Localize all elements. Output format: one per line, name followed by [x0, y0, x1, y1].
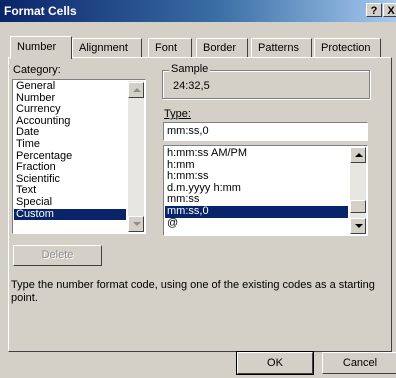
sample-legend: Sample [169, 63, 211, 75]
category-item-general[interactable]: General [14, 80, 126, 93]
type-label: Type: [164, 108, 191, 120]
format-cells-dialog: Format Cells ? X Number Alignment Font B… [0, 0, 396, 378]
type-item[interactable]: h:mm:ss AM/PM [165, 147, 348, 160]
type-listbox[interactable]: h:mm:ss AM/PM h:mm h:mm:ss d.m.yyyy h:mm… [163, 145, 368, 236]
type-item-selected[interactable]: mm:ss,0 [165, 205, 348, 218]
category-scroll-down-button[interactable] [128, 216, 144, 232]
arrow-up-icon [133, 88, 141, 92]
type-scroll-up-button[interactable] [350, 147, 366, 163]
delete-button[interactable]: Delete [13, 245, 102, 266]
tab-patterns[interactable]: Patterns [251, 38, 312, 57]
sample-value: 24:32,5 [173, 80, 210, 92]
arrow-down-icon [133, 222, 141, 226]
sample-groupbox: Sample 24:32,5 [162, 63, 370, 99]
arrow-down-icon [355, 224, 363, 228]
type-input[interactable]: mm:ss,0 [163, 122, 368, 141]
category-item-special[interactable]: Special [14, 196, 126, 209]
arrow-up-icon [355, 153, 363, 157]
type-scroll-thumb[interactable] [350, 200, 366, 213]
category-item-fraction[interactable]: Fraction [14, 162, 126, 174]
tab-border[interactable]: Border [196, 38, 248, 57]
cancel-button[interactable]: Cancel [322, 352, 396, 374]
category-listbox[interactable]: General Number Currency Accounting Date … [12, 79, 146, 234]
description-text: Type the number format code, using one o… [11, 279, 375, 304]
tab-protection[interactable]: Protection [314, 38, 381, 57]
close-button[interactable]: X [383, 3, 396, 17]
type-scrollbar[interactable] [350, 147, 366, 234]
tab-number[interactable]: Number [10, 36, 72, 59]
category-scroll-up-button[interactable] [128, 82, 144, 98]
tab-font[interactable]: Font [148, 38, 192, 57]
ok-button[interactable]: OK [236, 351, 314, 375]
type-scroll-down-button[interactable] [350, 218, 366, 234]
help-button[interactable]: ? [366, 3, 382, 17]
title-bar[interactable]: Format Cells ? X [0, 0, 396, 22]
dialog-title: Format Cells [4, 4, 77, 18]
category-scrollbar[interactable] [128, 81, 144, 232]
type-item[interactable]: @ [165, 217, 348, 230]
category-item-time[interactable]: Time [14, 138, 126, 151]
tab-alignment[interactable]: Alignment [72, 38, 142, 57]
category-label: Category: [13, 64, 61, 76]
category-item-custom[interactable]: Custom [14, 208, 126, 221]
